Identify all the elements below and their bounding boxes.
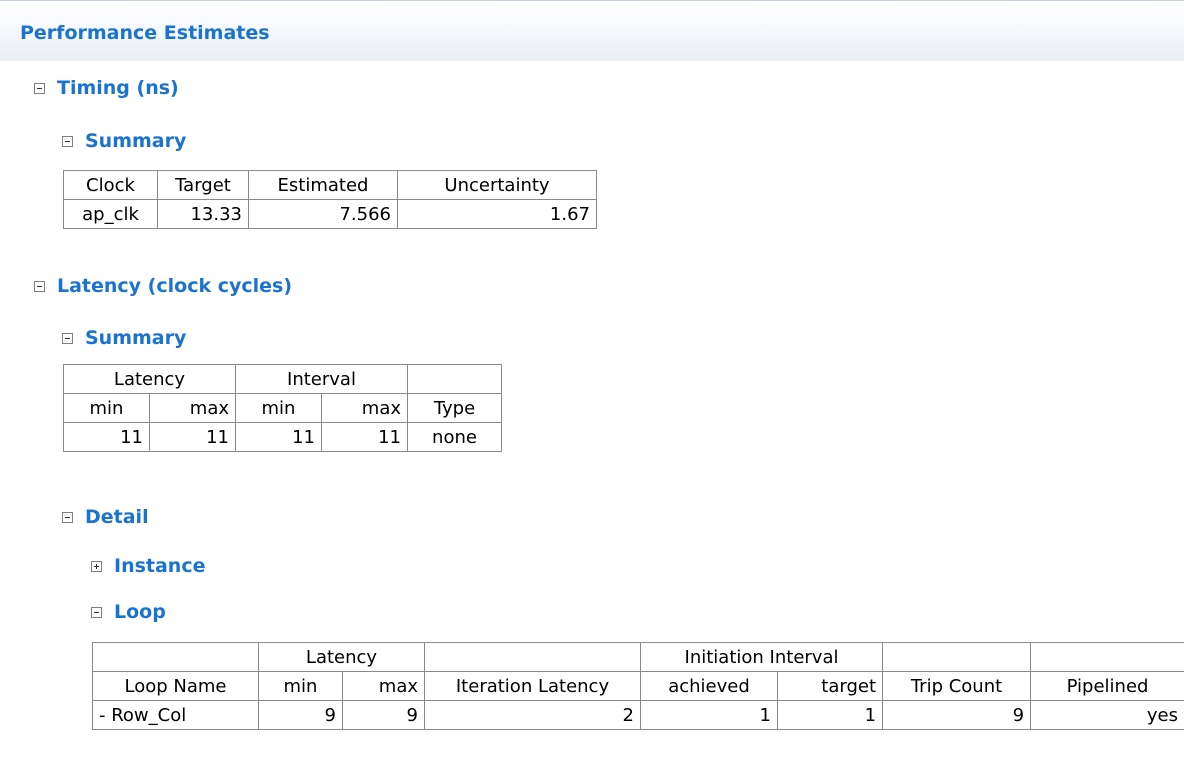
estimated-cell: 7.566 bbox=[248, 199, 398, 229]
instance-section-label: Instance bbox=[114, 555, 206, 577]
latency-table: Latency Interval min max min max Type 11… bbox=[63, 364, 502, 452]
header-bar: Performance Estimates bbox=[0, 0, 1184, 61]
uncertainty-cell: 1.67 bbox=[397, 199, 597, 229]
iteration-latency-cell: 2 bbox=[424, 700, 641, 730]
group-header bbox=[92, 642, 259, 672]
pipelined-cell: yes bbox=[1030, 700, 1184, 730]
column-header: Iteration Latency bbox=[424, 671, 641, 701]
loop-table: Latency Initiation Interval Loop Name mi… bbox=[92, 642, 1184, 730]
timing-section-header[interactable]: Timing (ns) bbox=[34, 77, 179, 99]
interval-max-cell: 11 bbox=[321, 422, 408, 452]
table-header-row: Loop Name min max Iteration Latency achi… bbox=[92, 671, 1184, 701]
loop-section-header[interactable]: Loop bbox=[91, 601, 166, 623]
column-header: Trip Count bbox=[882, 671, 1032, 701]
column-header: max bbox=[321, 393, 408, 423]
column-header: Type bbox=[407, 393, 502, 423]
table-group-header-row: Latency Interval bbox=[63, 364, 502, 394]
table-header-row: Clock Target Estimated Uncertainty bbox=[63, 170, 597, 200]
column-header: max bbox=[149, 393, 236, 423]
instance-section-header[interactable]: Instance bbox=[91, 555, 205, 577]
column-header: Estimated bbox=[248, 170, 398, 200]
group-header bbox=[407, 364, 502, 394]
column-header: Loop Name bbox=[92, 671, 259, 701]
table-group-header-row: Latency Initiation Interval bbox=[92, 642, 1184, 672]
column-header: min bbox=[235, 393, 322, 423]
trip-count-cell: 9 bbox=[882, 700, 1032, 730]
column-header: Target bbox=[157, 170, 249, 200]
collapse-icon[interactable] bbox=[91, 606, 102, 618]
column-header: Clock bbox=[63, 170, 158, 200]
timing-summary-header[interactable]: Summary bbox=[62, 130, 186, 152]
table-row: - Row_Col 9 9 2 1 1 9 yes bbox=[92, 700, 1184, 730]
expand-icon[interactable] bbox=[91, 560, 102, 572]
latency-max-cell: 9 bbox=[342, 700, 425, 730]
group-header: Interval bbox=[235, 364, 408, 394]
type-cell: none bbox=[407, 422, 502, 452]
detail-section-header[interactable]: Detail bbox=[62, 506, 149, 528]
interval-min-cell: 11 bbox=[235, 422, 322, 452]
collapse-icon[interactable] bbox=[62, 332, 73, 344]
latency-summary-label: Summary bbox=[85, 327, 187, 349]
group-header bbox=[424, 642, 641, 672]
collapse-icon[interactable] bbox=[34, 82, 45, 94]
target-cell: 13.33 bbox=[157, 199, 249, 229]
column-header: min bbox=[258, 671, 343, 701]
collapse-icon[interactable] bbox=[34, 280, 45, 292]
clock-cell: ap_clk bbox=[63, 199, 158, 229]
ii-target-cell: 1 bbox=[776, 700, 884, 730]
group-header: Latency bbox=[63, 364, 236, 394]
page-title: Performance Estimates bbox=[20, 22, 270, 44]
latency-min-cell: 9 bbox=[258, 700, 343, 730]
collapse-icon[interactable] bbox=[62, 511, 73, 523]
timing-section-label: Timing (ns) bbox=[57, 77, 179, 99]
timing-table: Clock Target Estimated Uncertainty ap_cl… bbox=[63, 170, 597, 229]
column-header: min bbox=[63, 393, 150, 423]
column-header: Uncertainty bbox=[397, 170, 597, 200]
latency-summary-header[interactable]: Summary bbox=[62, 327, 186, 349]
loop-name-cell: - Row_Col bbox=[92, 700, 259, 730]
table-header-row: min max min max Type bbox=[63, 393, 502, 423]
ii-achieved-cell: 1 bbox=[640, 700, 778, 730]
group-header bbox=[1030, 642, 1184, 672]
table-row: 11 11 11 11 none bbox=[63, 422, 502, 452]
column-header: max bbox=[342, 671, 425, 701]
latency-max-cell: 11 bbox=[149, 422, 236, 452]
loop-section-label: Loop bbox=[114, 601, 166, 623]
group-header: Initiation Interval bbox=[639, 642, 884, 672]
collapse-icon[interactable] bbox=[62, 135, 73, 147]
group-header: Latency bbox=[258, 642, 425, 672]
latency-min-cell: 11 bbox=[63, 422, 150, 452]
table-row: ap_clk 13.33 7.566 1.67 bbox=[63, 199, 597, 229]
timing-summary-label: Summary bbox=[85, 130, 187, 152]
column-header: target bbox=[776, 671, 884, 701]
detail-section-label: Detail bbox=[85, 506, 149, 528]
column-header: Pipelined bbox=[1030, 671, 1184, 701]
latency-section-header[interactable]: Latency (clock cycles) bbox=[34, 275, 292, 297]
latency-section-label: Latency (clock cycles) bbox=[57, 275, 293, 297]
group-header bbox=[882, 642, 1032, 672]
column-header: achieved bbox=[640, 671, 778, 701]
